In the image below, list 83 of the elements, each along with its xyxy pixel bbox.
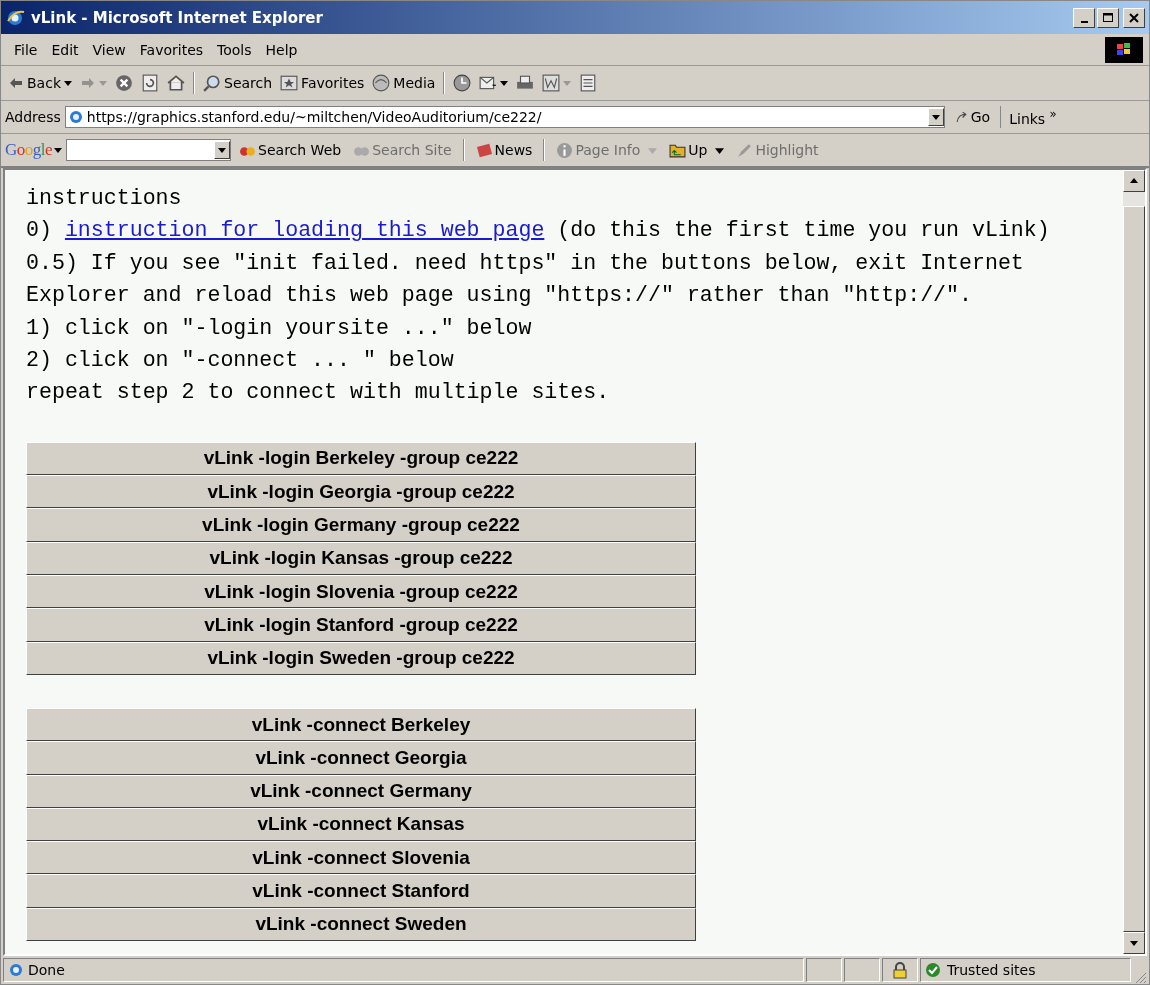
go-arrow-icon [954,110,968,124]
lock-icon [892,961,908,979]
arrow-icon [80,75,96,91]
close-icon [1128,11,1140,24]
address-label: Address [5,109,61,125]
status-panel [844,958,880,982]
word-icon [542,74,561,92]
caret-icon[interactable] [931,113,940,121]
folder-button[interactable]: Up [665,141,729,159]
media-button[interactable]: Media [369,72,439,94]
mail-icon [479,74,498,92]
search-button[interactable]: Search Web [235,141,346,159]
maximize-button[interactable] [1097,7,1119,28]
caret-icon [563,79,572,87]
login-button[interactable]: vLink -login Germany -group ce222 [26,508,696,542]
window-title: vLink - Microsoft Internet Explorer [31,8,324,27]
instruction-text: repeat step 2 to connect with multiple sites. [26,379,611,407]
caret-icon [99,79,107,87]
document-icon [579,74,598,92]
windows-logo-icon [1105,36,1143,63]
connect-button[interactable]: vLink -connect Georgia [26,741,696,775]
stop-icon [115,74,133,92]
connect-button[interactable]: vLink -connect Slovenia [26,841,696,875]
dropdown-arrow-icon[interactable] [54,146,63,154]
news-button[interactable]: News [471,141,537,159]
login-button[interactable]: vLink -login Georgia -group ce222 [26,475,696,509]
menu-item[interactable]: Edit [44,41,86,58]
maximize-icon [1102,11,1114,24]
links-button[interactable]: Links $^{»}$ [1005,107,1061,127]
menu-item[interactable]: View [85,41,133,58]
up-arrow-icon[interactable] [1129,176,1139,186]
connect-button[interactable]: vLink -connect Berkeley [26,707,696,742]
page-icon [67,109,84,125]
caret-icon [648,145,658,155]
search-field[interactable] [66,139,232,161]
scrollbar[interactable] [1123,170,1145,954]
instruction-text: 2) click on "-connect ... " below [26,347,455,375]
refresh-icon [141,74,159,92]
caret-icon [64,79,72,87]
instruction-text: 1) click on "-login yoursite ..." below [26,314,533,342]
menu-item[interactable]: Tools [210,41,259,58]
instruction-link[interactable]: instruction for loading this web page [64,218,545,243]
go-button[interactable]: Go [948,109,997,125]
instruction-text: 0) instruction for loading this web page (do this the first time you run vLink) [26,217,1051,245]
home-icon [167,74,185,92]
info-icon [556,141,574,159]
google-logo[interactable]: Google [5,140,53,160]
login-button[interactable]: vLink -login Sweden -group ce222 [26,641,696,675]
login-button[interactable]: vLink -login Stanford -group ce222 [26,608,696,642]
close-button[interactable] [1123,7,1145,28]
caret-icon [715,145,725,155]
search-button[interactable]: Search [200,72,276,94]
zone-text: Trusted sites [947,962,1036,978]
menu-item[interactable]: File [7,41,45,58]
back-button[interactable]: Back [5,73,75,93]
check-icon [925,962,941,978]
search-icon [203,74,221,92]
menu-item[interactable]: Favorites [132,41,211,58]
marker-icon [736,141,754,159]
login-button[interactable]: vLink -login Slovenia -group ce222 [26,575,696,609]
menu-item[interactable]: Help [258,41,305,58]
down-arrow-icon[interactable] [1129,938,1139,948]
address-field[interactable]: https://graphics.stanford.edu/~miltchen/VideoAuditorium/ce222/ [64,106,945,128]
instruction-text: 0.5) If you see "init failed. need https" in the buttons below, exit Internet Explorer and reload this web page using "https://" rather than "http://". [26,249,1025,310]
clock-icon [453,74,472,92]
connect-button[interactable]: vLink -connect Stanford [26,874,696,908]
connect-button[interactable]: vLink -connect Germany [26,774,696,808]
globe-icon [372,74,391,92]
resize-grip-icon[interactable] [1133,970,1147,984]
login-button[interactable]: vLink -login Kansas -group ce222 [26,541,696,576]
instruction-text: instructions [26,185,183,212]
status-text: Done [28,962,65,978]
login-button[interactable]: vLink -login Berkeley -group ce222 [26,441,696,476]
favorites-button[interactable]: Favorites [277,72,368,94]
minimize-button[interactable] [1073,7,1095,28]
minimize-icon [1080,20,1088,23]
printer-icon [516,74,535,92]
connect-button[interactable]: vLink -connect Kansas [26,807,696,842]
status-panel [806,958,842,982]
page-icon [8,962,24,978]
connect-button[interactable]: vLink -connect Sweden [26,907,696,941]
caret-icon[interactable] [218,146,227,154]
caret-icon [500,79,509,87]
